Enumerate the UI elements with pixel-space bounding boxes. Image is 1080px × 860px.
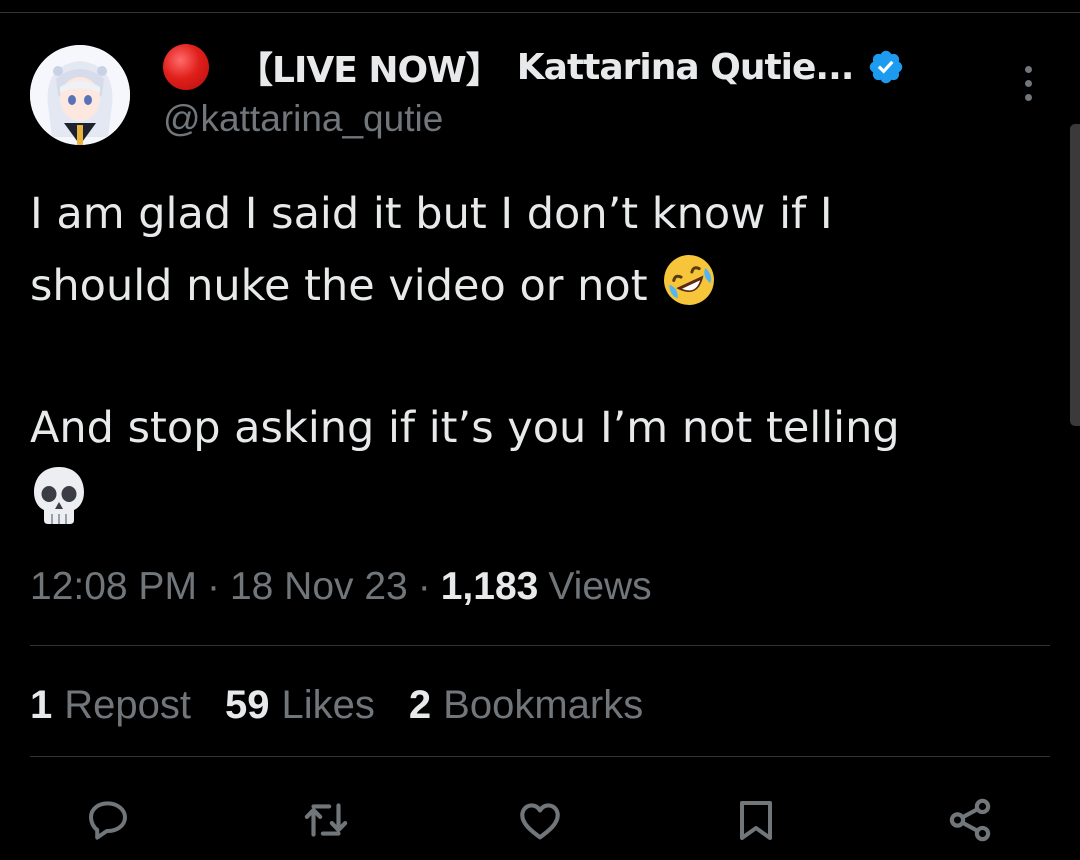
- meta-separator: ·: [417, 565, 431, 608]
- views-label: Views: [548, 565, 652, 608]
- like-button[interactable]: [512, 792, 568, 848]
- reposts-stat[interactable]: 1 Repost: [30, 683, 191, 728]
- tweet-text-span: should nuke the video or not: [30, 261, 648, 311]
- bookmarks-label: Bookmarks: [443, 682, 644, 727]
- more-options-button[interactable]: [1018, 66, 1040, 102]
- tweet-text: I am glad I said it but I don’t know if …: [30, 178, 1040, 536]
- avatar[interactable]: [30, 45, 130, 145]
- dot-icon: [1025, 94, 1032, 101]
- author-name-row[interactable]: 【LIVE NOW】 Kattarina Qutie...: [163, 40, 905, 94]
- tweet-text-span: I am glad I said it but I don’t know if …: [30, 189, 833, 239]
- tweet-text-line: [30, 322, 1040, 392]
- author-handle[interactable]: @kattarina_qutie: [163, 98, 443, 140]
- likes-stat[interactable]: 59 Likes: [225, 683, 375, 728]
- like-icon: [520, 803, 560, 840]
- live-prefix: 【LIVE NOW】: [237, 50, 502, 91]
- bookmark-icon: [740, 801, 772, 840]
- dot-icon: [1025, 66, 1032, 73]
- tweet-meta: 12:08 PM · 18 Nov 23 · 1,183 Views: [30, 560, 652, 614]
- share-icon: [949, 798, 991, 842]
- reposts-count: 1: [30, 682, 53, 727]
- tweet-text-line: should nuke the video or not: [30, 250, 1040, 322]
- scrollbar-thumb[interactable]: [1070, 124, 1080, 426]
- tweet-text-span: And stop asking if it’s you I’m not tell…: [30, 403, 900, 453]
- engagement-stats: 1 Repost 59 Likes 2 Bookmarks: [30, 678, 677, 732]
- dot-icon: [1025, 80, 1032, 87]
- verified-badge-icon: [870, 50, 903, 84]
- views-count: 1,183: [440, 565, 539, 608]
- tweet-text-line: I am glad I said it but I don’t know if …: [30, 178, 1040, 250]
- skull-emoji-icon: [34, 467, 84, 524]
- likes-label: Likes: [281, 682, 375, 727]
- divider: [30, 645, 1050, 646]
- meta-separator: ·: [206, 565, 220, 608]
- bookmarks-stat[interactable]: 2 Bookmarks: [409, 683, 643, 728]
- tweet-text-line: And stop asking if it’s you I’m not tell…: [30, 392, 1040, 464]
- display-name[interactable]: Kattarina Qutie...: [517, 47, 855, 88]
- repost-button[interactable]: [298, 792, 354, 848]
- likes-count: 59: [225, 682, 270, 727]
- tweet-time[interactable]: 12:08 PM: [30, 565, 197, 609]
- avatar-image: [30, 45, 130, 145]
- tweet-text-line: [30, 464, 1040, 536]
- bookmarks-count: 2: [408, 682, 432, 727]
- reposts-label: Repost: [64, 682, 191, 727]
- red-circle-icon: [163, 44, 209, 90]
- tweet-date[interactable]: 18 Nov 23: [230, 565, 408, 609]
- rolling-laughing-emoji-icon: [664, 255, 715, 305]
- share-button[interactable]: [942, 792, 998, 848]
- repost-icon: [304, 803, 348, 837]
- top-divider: [0, 12, 1080, 13]
- reply-icon: [89, 801, 127, 840]
- divider: [30, 756, 1050, 757]
- reply-button[interactable]: [80, 792, 136, 848]
- bookmark-button[interactable]: [728, 792, 784, 848]
